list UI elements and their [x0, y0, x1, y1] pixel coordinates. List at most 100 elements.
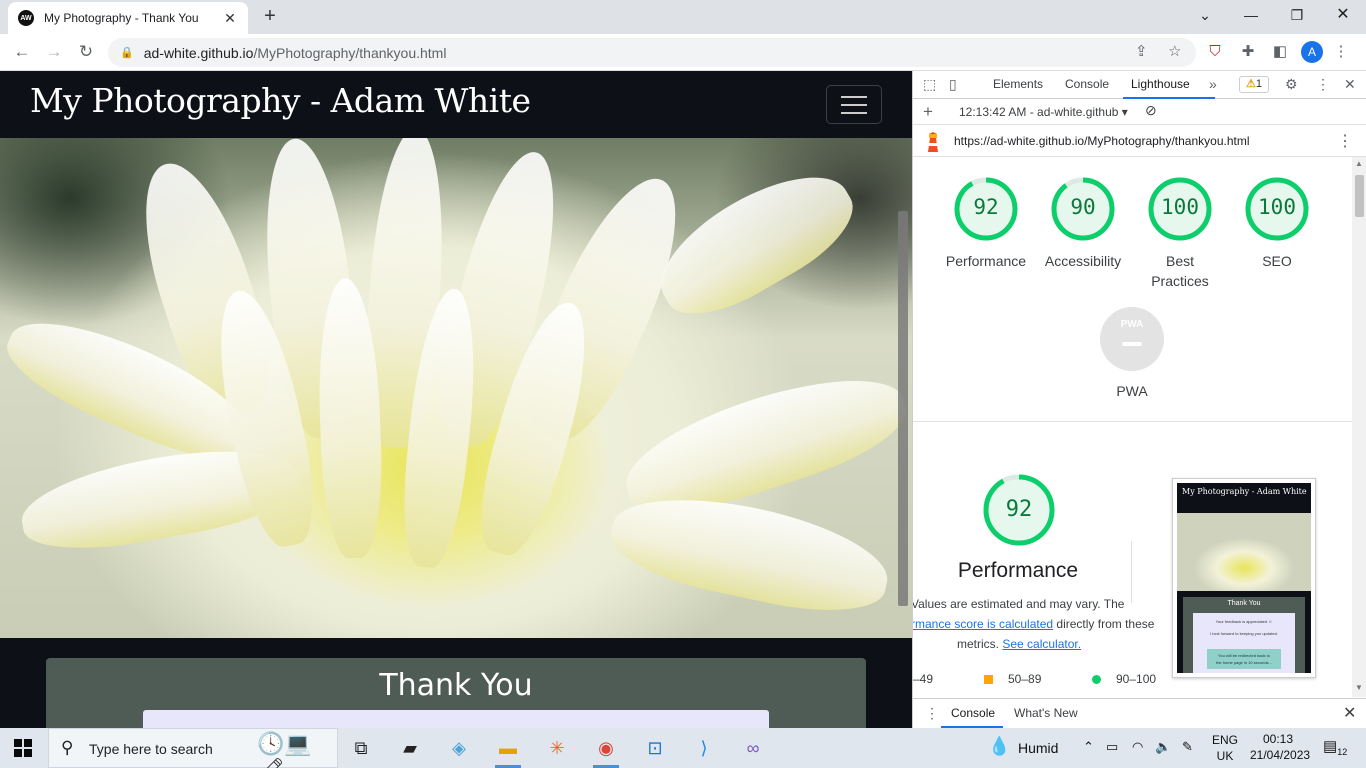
- drawer-close-icon[interactable]: ✕: [1343, 703, 1356, 723]
- devtools-close-icon[interactable]: ✕: [1344, 76, 1356, 93]
- lighthouse-url-bar: https://ad-white.github.io/MyPhotography…: [913, 125, 1366, 157]
- show-hidden-icons-chevron-icon[interactable]: ⌃: [1083, 739, 1094, 755]
- hamburger-line: [841, 104, 867, 106]
- vscode-icon[interactable]: ⟩: [689, 734, 719, 762]
- devtools-scrollbar[interactable]: ▲ ▼: [1352, 157, 1366, 697]
- profile-avatar[interactable]: A: [1301, 41, 1323, 63]
- report-url[interactable]: https://ad-white.github.io/MyPhotography…: [954, 134, 1250, 148]
- perf-description-line1: Values are estimated and may vary. The: [912, 597, 1125, 611]
- battery-icon[interactable]: ▭: [1106, 739, 1118, 755]
- clear-reports-icon[interactable]: ⊘: [1145, 102, 1157, 119]
- devtools-scrollbar-thumb[interactable]: [1355, 175, 1364, 217]
- address-bar[interactable]: 🔒 ad-white.github.io/MyPhotography/thank…: [108, 38, 1196, 67]
- tab-lighthouse[interactable]: Lighthouse: [1131, 77, 1190, 91]
- warning-count: 1: [1255, 78, 1262, 90]
- forward-arrow-icon[interactable]: →: [42, 40, 66, 64]
- performance-detail-value: 92: [1005, 497, 1033, 522]
- sticky-notes-icon[interactable]: ▰: [395, 734, 425, 762]
- extensions-puzzle-icon[interactable]: ✚: [1238, 42, 1258, 62]
- thumbnail-card: Thank You Your feedback is appreciated ☺…: [1183, 597, 1305, 673]
- petal-shape: [641, 151, 869, 335]
- xampp-icon[interactable]: ✳: [542, 734, 572, 762]
- new-report-plus-icon[interactable]: +: [923, 102, 933, 122]
- task-view-icon[interactable]: ⧉: [346, 734, 376, 762]
- warnings-badge[interactable]: ⚠1: [1239, 76, 1269, 93]
- restore-button[interactable]: ❐: [1274, 4, 1320, 28]
- chrome-icon[interactable]: ◉: [591, 734, 621, 762]
- wifi-icon[interactable]: ◠: [1132, 739, 1143, 755]
- tab-close-icon[interactable]: ✕: [222, 10, 238, 27]
- side-panel-icon[interactable]: ◧: [1270, 42, 1290, 62]
- final-screenshot-thumbnail[interactable]: My Photography - Adam White Thank You Yo…: [1172, 478, 1316, 678]
- vertical-divider: [1131, 541, 1132, 603]
- extension-shield-icon[interactable]: ⛉: [1205, 42, 1225, 62]
- score-label: Accessibility: [1044, 253, 1122, 269]
- report-selector[interactable]: 12:13:42 AM - ad-white.github ▾: [959, 105, 1128, 119]
- scroll-down-arrow-icon[interactable]: ▼: [1355, 683, 1363, 692]
- lock-icon[interactable]: 🔒: [120, 46, 134, 59]
- pwa-label: PWA: [1116, 383, 1148, 399]
- legend-fail-range: –49: [913, 672, 934, 686]
- visual-studio-icon[interactable]: ∞: [738, 734, 768, 762]
- site-brand[interactable]: My Photography - Adam White: [30, 81, 531, 120]
- tab-search-chevron-icon[interactable]: ⌄: [1182, 4, 1228, 28]
- app-blue-icon[interactable]: ◈: [444, 734, 474, 762]
- pen-icon[interactable]: ✎: [1182, 739, 1193, 755]
- report-menu-icon[interactable]: ⋮: [1337, 131, 1353, 151]
- windows-start-icon[interactable]: [14, 739, 32, 757]
- volume-icon[interactable]: 🔈: [1155, 739, 1171, 755]
- drawer-menu-icon[interactable]: ⋮: [925, 705, 939, 722]
- search-highlight-illustration-icon[interactable]: 🕓💻🖍: [257, 731, 337, 768]
- pwa-badge-icon[interactable]: PWA: [1100, 307, 1164, 371]
- reload-icon[interactable]: ↻: [74, 40, 98, 64]
- report-time: 12:13:42 AM - ad-white.github: [959, 105, 1119, 119]
- back-arrow-icon[interactable]: ←: [10, 40, 34, 64]
- browser-menu-icon[interactable]: ⋮: [1331, 42, 1351, 62]
- score-gauge-accessibility[interactable]: 90: [1050, 176, 1116, 242]
- device-toolbar-icon[interactable]: ▯: [949, 76, 957, 93]
- thumbnail-card-title: Thank You: [1227, 600, 1261, 607]
- settings-gear-icon[interactable]: ⚙: [1285, 76, 1298, 93]
- scroll-up-arrow-icon[interactable]: ▲: [1355, 159, 1363, 168]
- notifications-icon[interactable]: ▤12: [1323, 737, 1347, 757]
- devtools-panel: ⬚ ▯ Elements Console Lighthouse » ⚠1 ⚙ ⋮…: [912, 71, 1366, 728]
- score-value: 100: [1258, 195, 1296, 219]
- share-icon[interactable]: ⇪: [1135, 42, 1148, 60]
- search-placeholder: Type here to search: [89, 741, 213, 757]
- taskbar-search-box[interactable]: ⚲ Type here to search 🕓💻🖍: [48, 728, 338, 768]
- score-gauge-performance[interactable]: 92: [953, 176, 1019, 242]
- clock[interactable]: 00:13 21/04/2023: [1250, 731, 1310, 763]
- more-tabs-chevron-icon[interactable]: »: [1209, 76, 1217, 92]
- score-gauge-seo[interactable]: 100: [1244, 176, 1310, 242]
- devtools-drawer: ⋮ Console What's New ✕: [913, 698, 1366, 728]
- file-explorer-icon[interactable]: ▬: [493, 734, 523, 762]
- language-indicator[interactable]: ENG UK: [1212, 732, 1238, 764]
- score-gauge-best[interactable]: 100: [1147, 176, 1213, 242]
- minimize-button[interactable]: —: [1228, 4, 1274, 28]
- drawer-tab-whats-new[interactable]: What's New: [1014, 706, 1078, 720]
- browser-tab-active[interactable]: AW My Photography - Thank You ✕: [8, 2, 248, 34]
- tab-console[interactable]: Console: [1065, 77, 1109, 91]
- site-favicon-icon: AW: [18, 10, 34, 26]
- drawer-tab-console[interactable]: Console: [951, 706, 995, 720]
- bookmark-star-icon[interactable]: ☆: [1168, 42, 1181, 60]
- score-label: Best Practices: [1151, 253, 1209, 289]
- close-window-button[interactable]: ✕: [1320, 4, 1366, 28]
- thumbnail-flower-image: [1177, 513, 1311, 591]
- devtools-menu-icon[interactable]: ⋮: [1316, 76, 1330, 93]
- weather-text[interactable]: Humid: [1018, 740, 1058, 756]
- tab-elements[interactable]: Elements: [993, 77, 1043, 91]
- site-navbar: My Photography - Adam White: [0, 71, 912, 138]
- score-calculated-link[interactable]: rmance score is calculated: [913, 617, 1053, 631]
- page-scrollbar-thumb[interactable]: [898, 211, 908, 606]
- inspect-element-icon[interactable]: ⬚: [923, 76, 936, 93]
- thumbnail-box-line1: You will be redirected back to: [1218, 653, 1270, 658]
- thank-you-card: Thank You: [46, 658, 866, 728]
- thumbnail-brand: My Photography - Adam White: [1182, 487, 1307, 496]
- new-tab-button[interactable]: +: [258, 5, 282, 29]
- navbar-toggle-button[interactable]: [826, 85, 882, 124]
- weather-icon[interactable]: 💧: [988, 736, 1010, 757]
- see-calculator-link[interactable]: See calculator.: [1002, 637, 1081, 651]
- app-bracket-icon[interactable]: ⊡: [640, 734, 670, 762]
- legend-pass-dot-icon: [1092, 675, 1101, 684]
